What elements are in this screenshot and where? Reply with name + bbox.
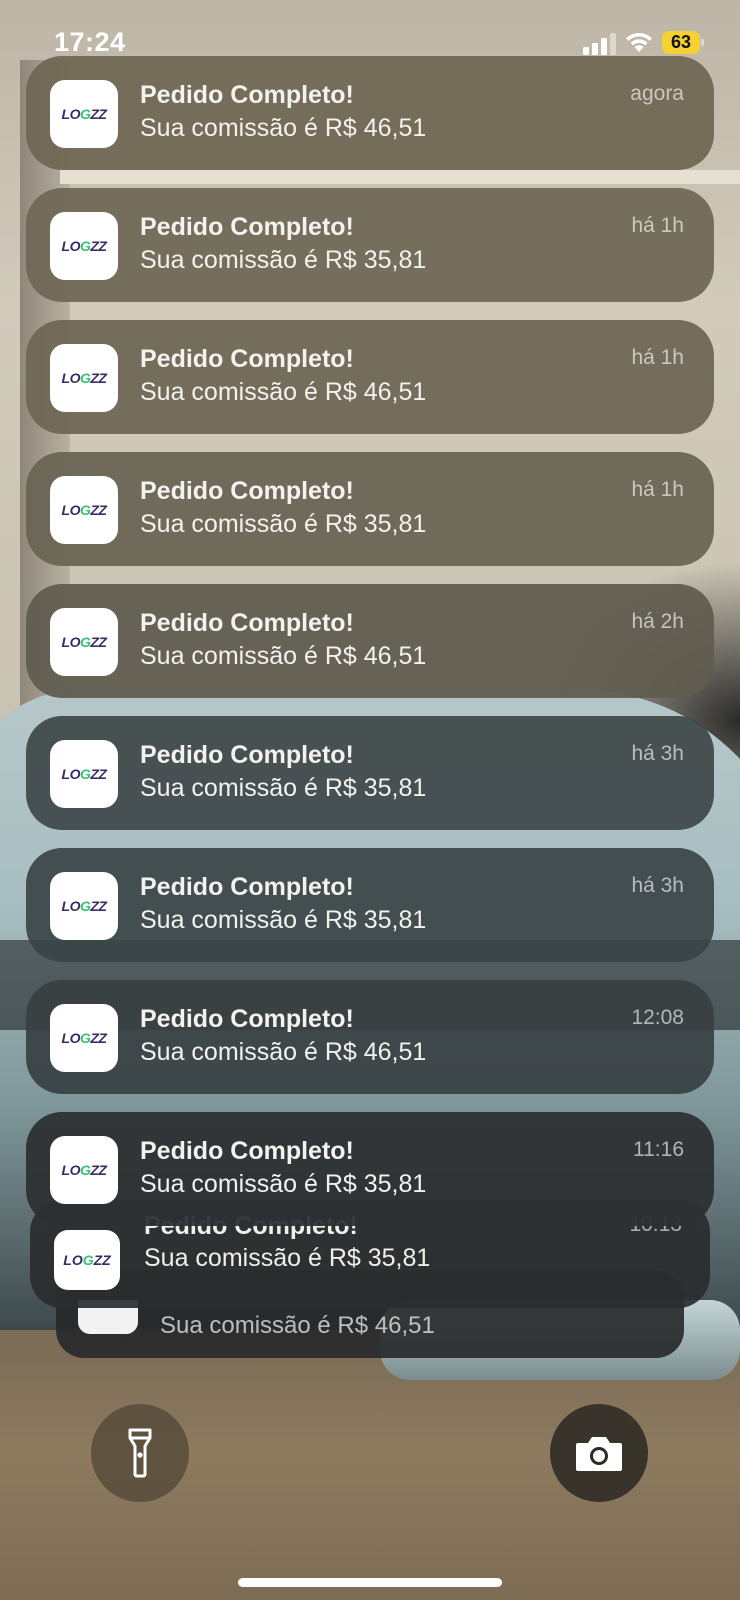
notification-title: Pedido Completo! [140,609,354,637]
app-logo: LO G ZZ [50,608,118,676]
battery-level: 63 [662,31,700,54]
clock: 17:24 [54,27,126,57]
notification-time: 11:16 [633,1138,684,1161]
notification-time: há 3h [631,874,684,897]
notification-card[interactable]: LO G ZZ Pedido Completo! Sua comissão é R$ 4… [26,980,714,1094]
notification-time: há 1h [631,478,684,501]
notification-body: Sua comissão é R$ 35,81 [140,510,427,538]
notification-card[interactable]: LO G ZZ Pedido Completo! Sua comissão é R$ 3… [26,452,714,566]
notification-body: Sua comissão é R$ 35,81 [140,774,427,802]
notification-title: Pedido Completo! [140,81,354,109]
cellular-signal-icon [583,33,617,55]
notification-title: Pedido Completo! [140,477,354,505]
notification-title: Pedido Completo! [140,741,354,769]
notification-time: há 3h [631,742,684,765]
notification-body: Sua comissão é R$ 35,81 [140,1170,427,1198]
notification-body: Sua comissão é R$ 46,51 [160,1312,435,1339]
app-logo: LO G ZZ [50,476,118,544]
app-logo: LO G ZZ [54,1230,120,1290]
app-logo: LO G ZZ [50,80,118,148]
wifi-icon [626,32,652,52]
notification-body: Sua comissão é R$ 46,51 [140,378,427,406]
home-indicator[interactable] [238,1578,502,1587]
notification-card[interactable]: LO G ZZ Pedido Completo! Sua comissão é R$ 3… [26,1112,714,1226]
notification-card[interactable]: LO G ZZ Pedido Completo! Sua comissão é R$ 3… [26,848,714,962]
flashlight-button[interactable] [91,1404,189,1502]
notification-time: há 1h [631,346,684,369]
notification-body: Sua comissão é R$ 35,81 [140,906,427,934]
camera-button[interactable] [550,1404,648,1502]
notification-card[interactable]: LO G ZZ Pedido Completo! Sua comissão é R$ 3… [26,188,714,302]
camera-icon [576,1437,622,1471]
notification-card[interactable]: LO G ZZ Pedido Completo! Sua comissão é R$ 4… [26,320,714,434]
status-bar: 17:24 63 [0,0,740,80]
app-logo: LO G ZZ [50,1004,118,1072]
notification-title: Pedido Completo! [140,873,354,901]
notification-card[interactable]: LO G ZZ Pedido Completo! Sua comissão é R$ 4… [26,584,714,698]
app-logo: LO G ZZ [50,344,118,412]
notification-time: há 2h [631,610,684,633]
notification-title: Pedido Completo! [140,1005,354,1033]
battery-indicator: 63 [662,31,706,54]
notification-time: há 1h [631,214,684,237]
notification-title: Pedido Completo! [140,345,354,373]
notification-body: Sua comissão é R$ 35,81 [140,246,427,274]
flashlight-icon [128,1428,152,1478]
notification-body: Sua comissão é R$ 46,51 [140,114,427,142]
app-logo: LO G ZZ [50,740,118,808]
notification-body: Sua comissão é R$ 46,51 [140,642,427,670]
notification-time: agora [630,82,684,105]
notification-time: 12:08 [631,1006,684,1029]
notification-title: Pedido Completo! [140,1137,354,1165]
notification-body: Sua comissão é R$ 46,51 [140,1038,427,1066]
app-logo: LO G ZZ [50,212,118,280]
app-logo: LO G ZZ [50,872,118,940]
notification-body: Sua comissão é R$ 35,81 [144,1244,431,1272]
app-logo: LO G ZZ [50,1136,118,1204]
notification-card[interactable]: LO G ZZ Pedido Completo! Sua comissão é R$ 3… [26,716,714,830]
notification-title: Pedido Completo! [140,213,354,241]
